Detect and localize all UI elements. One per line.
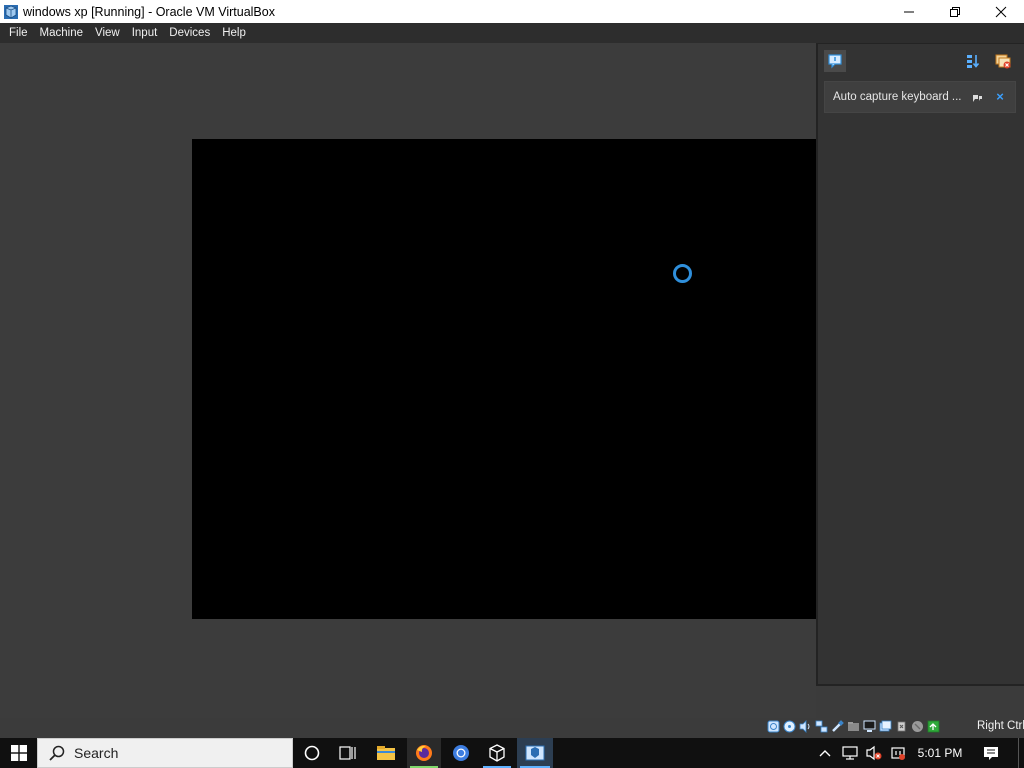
display-icon[interactable] [863,719,876,734]
chevron-up-icon [819,750,831,757]
task-view-icon [339,746,356,760]
window-controls [886,0,1024,23]
menu-devices[interactable]: Devices [163,23,216,43]
host-key-label[interactable]: Right Ctrl [977,720,1024,732]
optical-drive-icon[interactable] [783,719,796,734]
taskbar-virtualbox-manager[interactable] [480,738,514,768]
notification-bubble-icon [828,54,842,69]
audio-icon[interactable] [799,719,812,734]
taskbar-chrome[interactable] [444,738,478,768]
notification-item[interactable]: Auto capture keyboard ... × [824,81,1016,113]
minimize-button[interactable] [886,0,932,23]
vm-status-bar: Right Ctrl [0,718,1024,738]
action-center-button[interactable] [978,738,1004,768]
taskbar-clock[interactable]: 5:01 PM [912,738,968,768]
show-desktop-button[interactable] [1018,738,1024,768]
virtualbox-window: windows xp [Running] - Oracle VM Virtual… [0,0,1024,768]
taskbar-search-box[interactable]: Search [37,738,293,768]
cortana-button[interactable] [295,738,329,768]
title-bar[interactable]: windows xp [Running] - Oracle VM Virtual… [0,0,1024,23]
volume-button[interactable] [862,738,886,768]
task-view-button[interactable] [331,738,365,768]
close-icon [995,6,1007,17]
hard-disk-icon[interactable] [767,719,780,734]
busy-cursor-icon [673,264,692,283]
restore-icon [950,6,960,17]
keyboard-icon[interactable] [927,719,940,734]
taskbar-virtualbox-vm[interactable] [517,738,553,768]
notification-panel-toolbar [818,50,1024,74]
network-status-button[interactable] [838,738,862,768]
window-title: windows xp [Running] - Oracle VM Virtual… [23,4,275,19]
sort-notifications-button[interactable] [962,50,984,72]
cpu-icon[interactable] [895,719,908,734]
action-center-icon [984,747,998,760]
restore-button[interactable] [932,0,978,23]
mouse-integration-icon[interactable] [911,719,924,734]
clear-notifications-icon [995,54,1011,69]
start-button[interactable] [0,738,37,768]
vm-display-area[interactable] [0,43,816,718]
plug-icon [891,747,905,760]
network-disconnected-icon [842,746,858,760]
file-explorer-icon [377,746,395,760]
show-hidden-icons-button[interactable] [815,738,835,768]
status-bar-icons [767,719,940,735]
menu-bar: File Machine View Input Devices Help [0,23,1024,43]
close-button[interactable] [978,0,1024,23]
sort-order-icon [967,55,980,68]
search-placeholder: Search [74,745,119,761]
menu-input[interactable]: Input [126,23,164,43]
power-button[interactable] [886,738,910,768]
virtualbox-cube-icon [489,744,505,762]
usb-icon[interactable] [831,719,844,734]
chrome-icon [453,745,469,761]
toggle-notification-panel-button[interactable] [824,50,846,72]
pin-icon [973,95,982,102]
clear-notifications-button[interactable] [992,50,1014,72]
windows-logo-icon [10,745,27,761]
notification-pin-button[interactable] [971,92,983,104]
volume-muted-icon [866,745,882,761]
virtualbox-vm-icon [525,745,545,761]
notification-text: Auto capture keyboard ... [833,91,962,103]
search-icon [49,745,65,761]
menu-help[interactable]: Help [216,23,252,43]
recording-icon[interactable] [879,719,892,734]
firefox-icon [416,745,432,761]
minimize-icon [904,11,914,12]
menu-file[interactable]: File [3,23,34,43]
network-icon[interactable] [815,719,828,734]
menu-view[interactable]: View [89,23,126,43]
virtualbox-app-icon [3,4,19,20]
taskbar-firefox[interactable] [407,738,441,768]
cortana-circle-icon [304,745,320,761]
taskbar-file-explorer[interactable] [369,738,403,768]
vm-screen[interactable] [192,139,816,619]
notification-close-button[interactable]: × [993,89,1007,105]
menu-machine[interactable]: Machine [34,23,89,43]
notification-center-panel: Auto capture keyboard ... × [816,43,1024,686]
windows-taskbar: Search 5:01 PM [0,738,1024,768]
shared-folders-icon[interactable] [847,719,860,734]
